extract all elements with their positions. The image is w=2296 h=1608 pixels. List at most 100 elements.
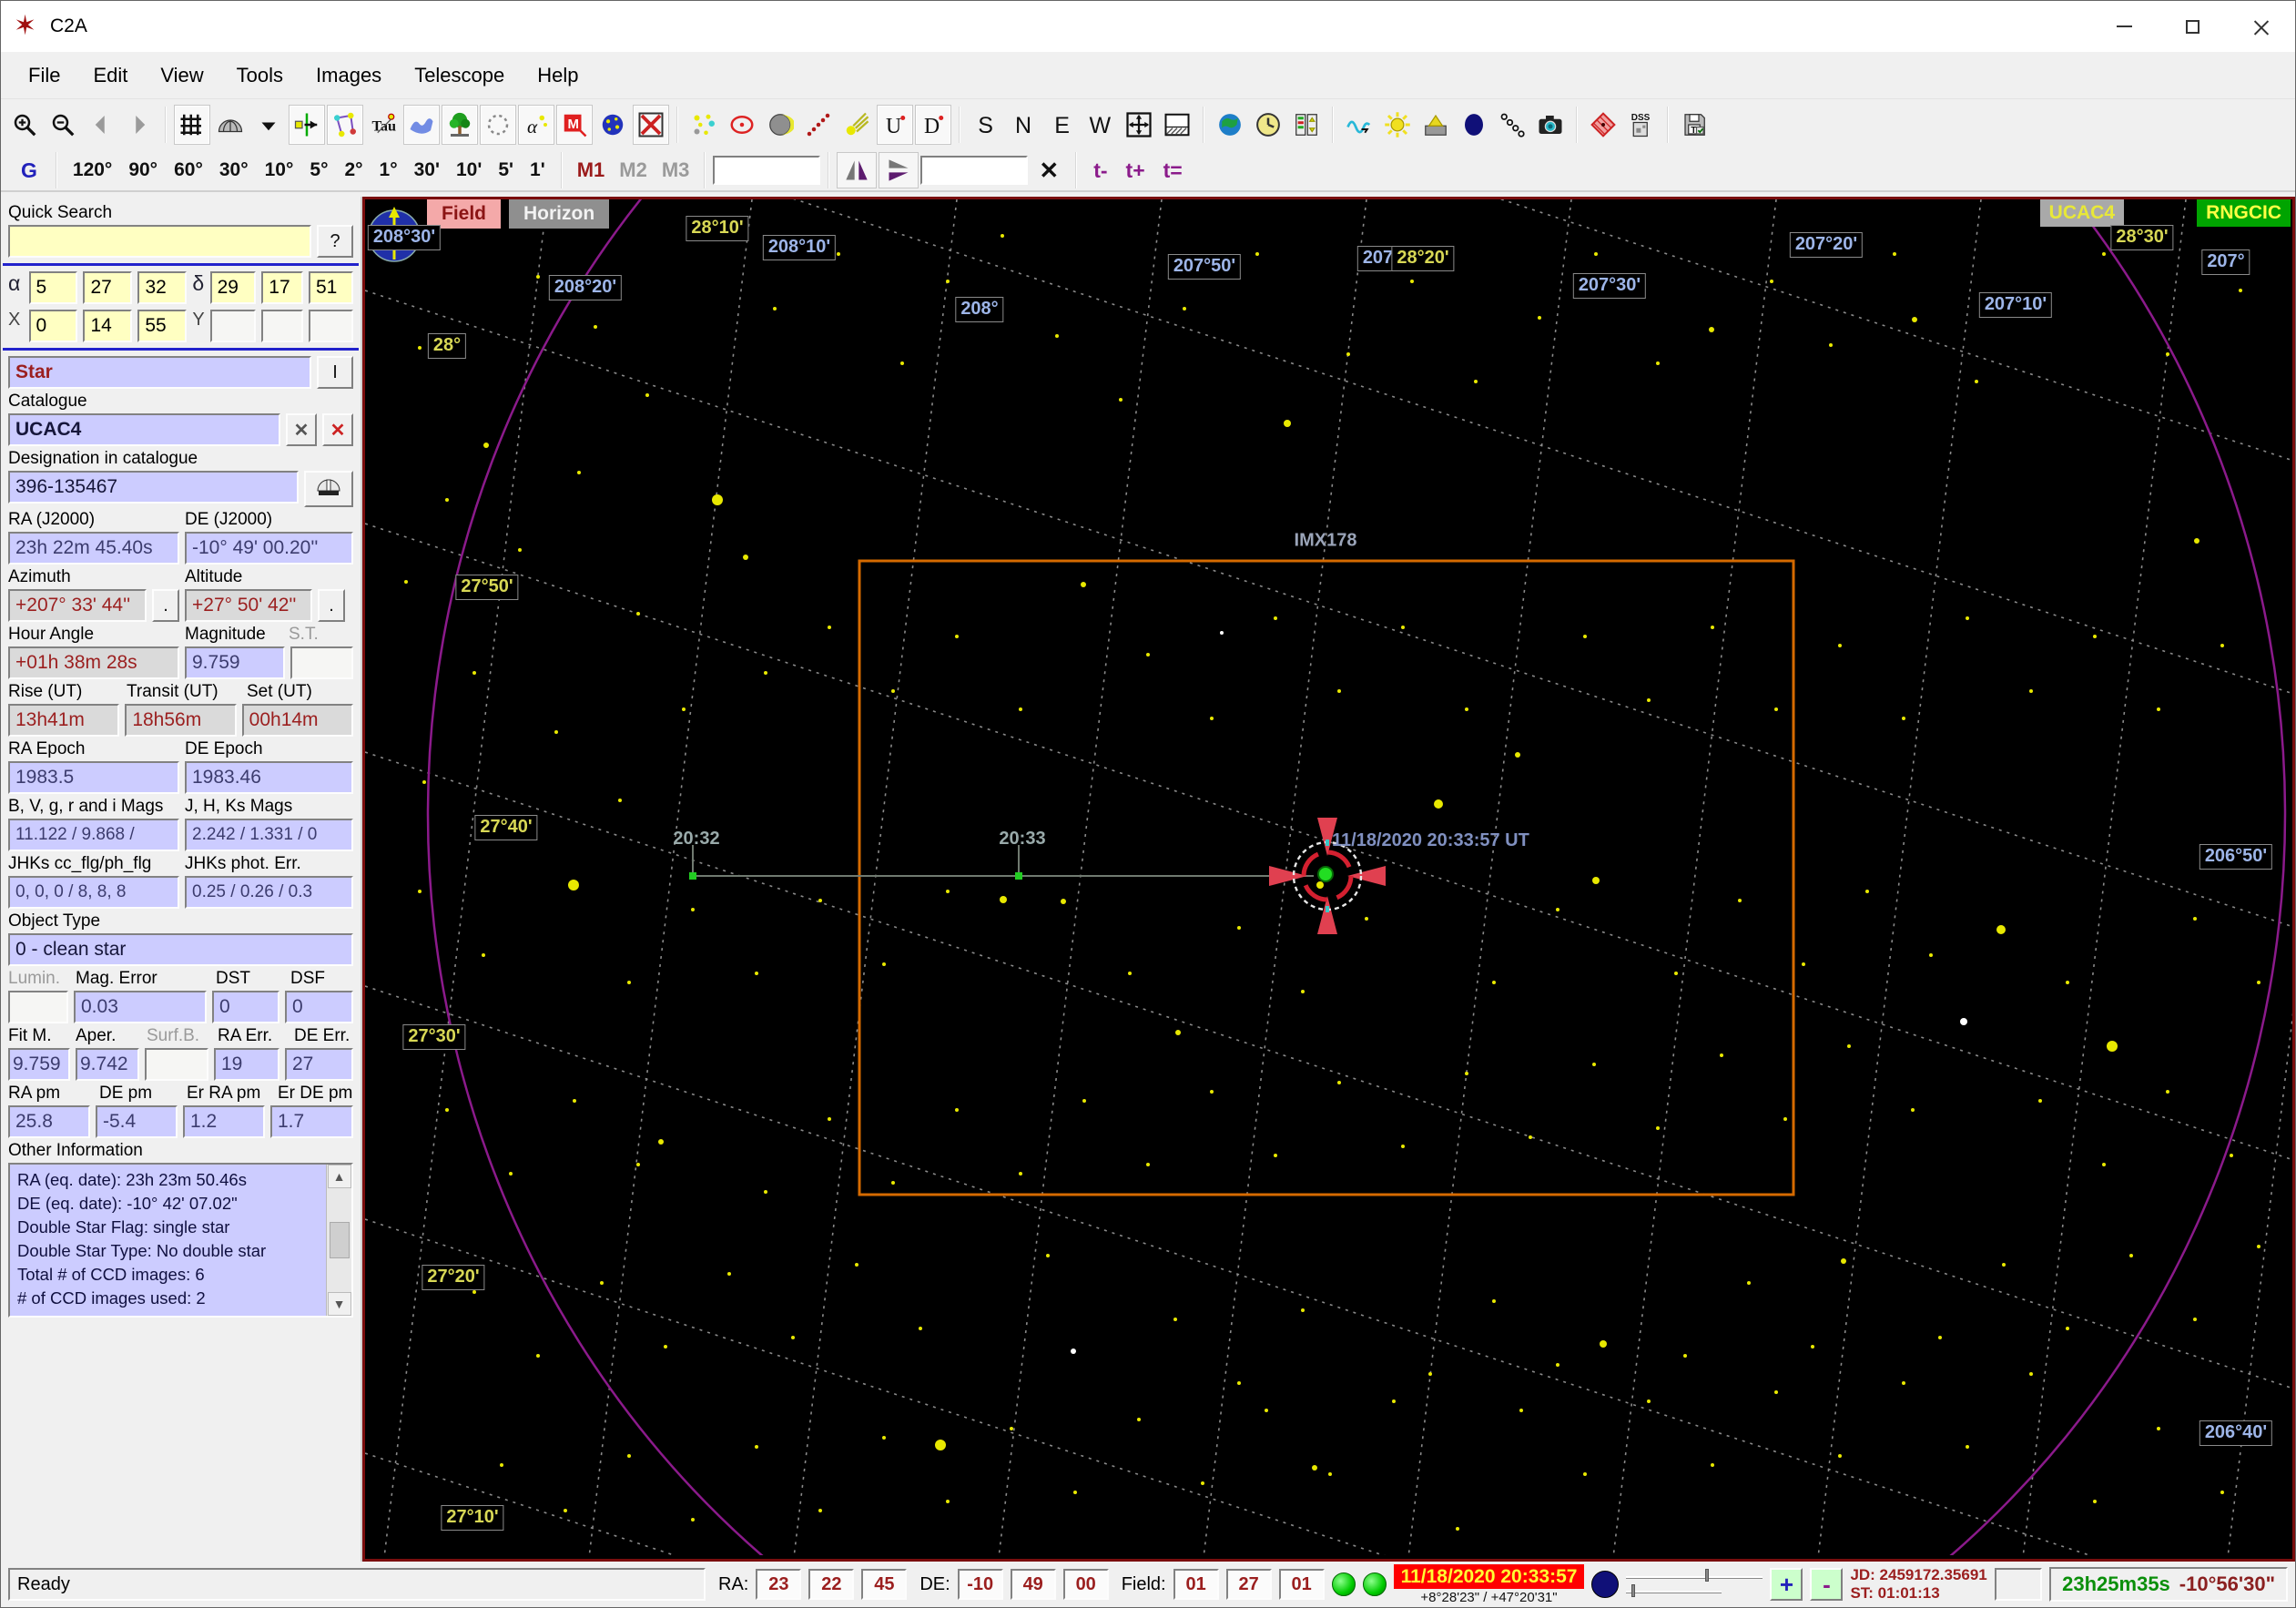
time-slider[interactable]: [1626, 1569, 1763, 1600]
menu-item-help[interactable]: Help: [523, 58, 593, 93]
y3-input[interactable]: [308, 310, 353, 342]
dome-dropdown-button[interactable]: [250, 105, 287, 145]
sine-wave-button[interactable]: [1341, 105, 1377, 145]
x2-input[interactable]: 14: [83, 310, 133, 342]
maximize-button[interactable]: [2159, 1, 2227, 52]
horizon-fill-button[interactable]: [1159, 105, 1195, 145]
x3-input[interactable]: 55: [137, 310, 188, 342]
minimize-button[interactable]: [2090, 1, 2159, 52]
quick-search-input[interactable]: [8, 225, 311, 258]
zoom-level-2d[interactable]: 2°: [336, 156, 371, 184]
sun-button[interactable]: [1379, 105, 1416, 145]
ra-m-input[interactable]: 27: [83, 271, 133, 304]
mark-button-m3[interactable]: M3: [655, 157, 697, 183]
south-button[interactable]: S: [968, 105, 1004, 145]
ground-tree-button[interactable]: [442, 105, 478, 145]
zoom-out-button[interactable]: [45, 105, 81, 145]
u-label-button[interactable]: U: [877, 105, 913, 145]
clear-button[interactable]: ✕: [1030, 157, 1068, 185]
moon-phase-button[interactable]: [762, 105, 798, 145]
zoom-level-30m[interactable]: 30': [406, 156, 448, 184]
azimuth-detail-button[interactable]: .: [152, 589, 179, 622]
menu-item-edit[interactable]: Edit: [78, 58, 142, 93]
target-frame-button[interactable]: [1585, 105, 1621, 145]
scroll-up-icon[interactable]: ▲: [327, 1165, 351, 1188]
messier-button[interactable]: M: [556, 105, 593, 145]
camera-button[interactable]: [1532, 105, 1569, 145]
x1-input[interactable]: 0: [28, 310, 78, 342]
de-d-input[interactable]: 29: [209, 271, 257, 304]
field-cross-button[interactable]: [289, 105, 325, 145]
comet-button[interactable]: [838, 105, 875, 145]
scroll-down-icon[interactable]: ▼: [327, 1292, 351, 1316]
zoom-level-10m[interactable]: 10': [448, 156, 490, 184]
red-cross-button[interactable]: [633, 105, 669, 145]
ra-h-input[interactable]: 5: [28, 271, 78, 304]
time-step-button-t+[interactable]: t+: [1117, 157, 1154, 184]
time-step-button-t-[interactable]: t-: [1084, 157, 1116, 184]
star-names-button[interactable]: α: [518, 105, 554, 145]
menu-item-view[interactable]: View: [146, 58, 218, 93]
clock-button[interactable]: [1250, 105, 1286, 145]
constellation-names-button[interactable]: Tau: [365, 105, 401, 145]
time-step-button-t=[interactable]: t=: [1154, 157, 1192, 184]
search-help-button[interactable]: ?: [317, 225, 353, 258]
west-button[interactable]: W: [1082, 105, 1119, 145]
earth-button[interactable]: [1212, 105, 1248, 145]
milky-way-button[interactable]: [403, 105, 440, 145]
dashed-circle-button[interactable]: [480, 105, 516, 145]
time-minus-button[interactable]: -: [1810, 1568, 1844, 1601]
tab-horizon[interactable]: Horizon: [509, 199, 610, 229]
d-label-button[interactable]: D: [915, 105, 951, 145]
catalogue-prev-button[interactable]: ✕: [286, 413, 317, 446]
deep-sky-button[interactable]: [594, 105, 631, 145]
y2-input[interactable]: [261, 310, 303, 342]
flip-vertical-button[interactable]: [879, 152, 919, 188]
constellation-lines-button[interactable]: [327, 105, 363, 145]
observatory-panel-button[interactable]: [1288, 105, 1325, 145]
mark-button-m1[interactable]: M1: [570, 157, 613, 183]
flip-horizontal-button[interactable]: [837, 152, 878, 188]
night-mode-button[interactable]: [1456, 105, 1492, 145]
forward-arrow-button[interactable]: [121, 105, 157, 145]
goto-button[interactable]: G: [10, 157, 48, 185]
other-info-scrollbar[interactable]: ▲ ▼: [326, 1165, 351, 1316]
menu-item-images[interactable]: Images: [301, 58, 396, 93]
sky-chart[interactable]: Field Horizon UCAC4 RNGCIC 208°30' 208°20…: [362, 197, 2295, 1562]
mark-input[interactable]: [713, 156, 821, 185]
goto-telescope-button[interactable]: [304, 471, 353, 507]
menu-item-file[interactable]: File: [14, 58, 75, 93]
time-input[interactable]: [920, 156, 1029, 185]
nebula-outline-button[interactable]: [724, 105, 760, 145]
menu-item-telescope[interactable]: Telescope: [400, 58, 519, 93]
zoom-level-5d[interactable]: 5°: [301, 156, 336, 184]
horizon-dome-button[interactable]: [212, 105, 249, 145]
de-s-input[interactable]: 51: [309, 271, 354, 304]
zoom-level-120d[interactable]: 120°: [65, 156, 120, 184]
mark-button-m2[interactable]: M2: [612, 157, 655, 183]
mount-button[interactable]: [1417, 105, 1454, 145]
scroll-thumb[interactable]: [329, 1222, 350, 1258]
zoom-level-60d[interactable]: 60°: [166, 156, 211, 184]
y1-input[interactable]: [209, 310, 257, 342]
satellites-button[interactable]: [1494, 105, 1530, 145]
zoom-level-1d[interactable]: 1°: [371, 156, 406, 184]
dss-button[interactable]: DSS: [1623, 105, 1660, 145]
zoom-in-button[interactable]: [6, 105, 43, 145]
star-colors-button[interactable]: [686, 105, 722, 145]
object-info-button[interactable]: I: [317, 356, 353, 389]
asteroid-track-button[interactable]: [800, 105, 837, 145]
pan-button[interactable]: [1121, 105, 1157, 145]
altitude-detail-button[interactable]: .: [318, 589, 345, 622]
grid-button[interactable]: [174, 105, 210, 145]
east-button[interactable]: E: [1044, 105, 1081, 145]
zoom-level-90d[interactable]: 90°: [120, 156, 166, 184]
catalogue-next-button[interactable]: ✕: [322, 413, 353, 446]
time-plus-button[interactable]: +: [1770, 1568, 1803, 1601]
zoom-level-10d[interactable]: 10°: [257, 156, 302, 184]
de-m-input[interactable]: 17: [261, 271, 303, 304]
north-button[interactable]: N: [1006, 105, 1042, 145]
save-image-button[interactable]: T: [1676, 105, 1712, 145]
back-arrow-button[interactable]: [83, 105, 119, 145]
zoom-level-1m[interactable]: 1': [522, 156, 554, 184]
